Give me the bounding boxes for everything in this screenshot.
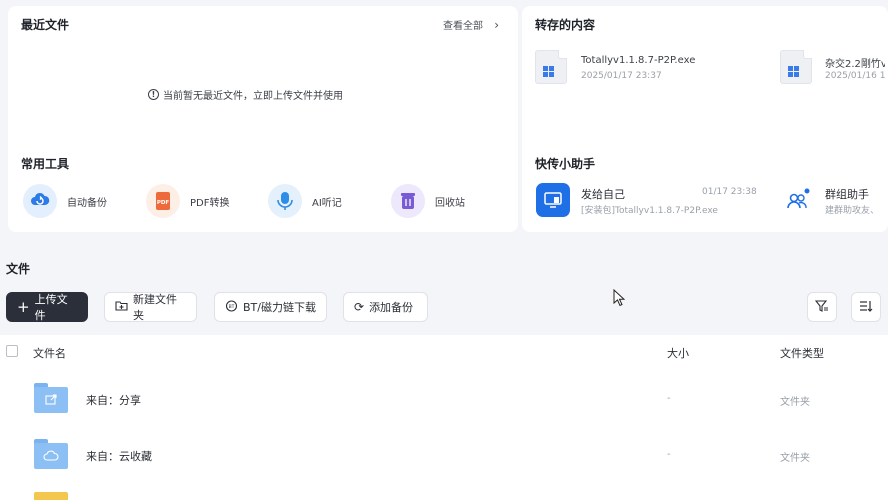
auto-backup-icon xyxy=(23,184,57,218)
group-assistant-subtitle: 建群助攻友、 xyxy=(825,206,880,216)
bt-download-button[interactable]: BT BT/磁力链下载 xyxy=(214,292,327,322)
mouse-cursor-icon xyxy=(613,288,626,310)
add-backup-button[interactable]: ⟳ 添加备份 xyxy=(343,292,428,322)
tool-label: 回收站 xyxy=(435,197,465,209)
column-type-header[interactable]: 文件类型 xyxy=(780,345,824,361)
tool-ai-listen[interactable]: AI听记 xyxy=(268,184,342,218)
view-all-link[interactable]: 查看全部 › xyxy=(443,17,499,32)
pdf-convert-icon: PDF xyxy=(146,184,180,218)
sort-icon xyxy=(859,300,873,315)
tool-label: PDF转换 xyxy=(190,197,230,209)
tools-title: 常用工具 xyxy=(21,157,70,171)
view-all-label: 查看全部 xyxy=(443,21,483,32)
group-assistant-icon xyxy=(783,186,811,214)
sort-button[interactable] xyxy=(851,292,881,322)
row-file-type: 文件夹 xyxy=(780,453,810,464)
row-file-name: 来自：云收藏 xyxy=(86,450,152,463)
monitor-send-icon xyxy=(536,183,570,217)
info-icon: ! xyxy=(148,89,159,100)
svg-text:PDF: PDF xyxy=(157,200,170,206)
ai-mic-icon xyxy=(268,184,302,218)
windows-exe-icon xyxy=(780,50,812,84)
bt-icon: BT xyxy=(225,299,238,315)
row-file-size: - xyxy=(667,449,671,460)
group-assistant-title: 群组助手 xyxy=(825,188,869,201)
svg-text:BT: BT xyxy=(229,304,235,310)
saved-item-date: 2025/01/17 23:37 xyxy=(581,71,662,81)
upload-button[interactable]: + 上传文件 xyxy=(6,292,88,322)
new-folder-button[interactable]: 新建文件夹 xyxy=(104,292,197,322)
row-file-type: 文件夹 xyxy=(780,397,810,408)
saved-item-date: 2025/01/16 16 xyxy=(825,71,885,81)
tool-recycle-bin[interactable]: 回收站 xyxy=(391,184,465,218)
saved-item-name: Totallyv1.1.8.7-P2P.exe xyxy=(581,55,696,66)
files-section-title: 文件 xyxy=(6,262,31,276)
refresh-icon: ⟳ xyxy=(354,300,365,314)
select-all-checkbox[interactable] xyxy=(6,345,18,357)
new-folder-label: 新建文件夹 xyxy=(133,293,177,322)
tool-label: 自动备份 xyxy=(67,197,107,209)
recent-empty-hint: ! 当前暂无最近文件，立即上传文件并使用 xyxy=(148,87,343,102)
bt-download-label: BT/磁力链下载 xyxy=(243,301,316,314)
file-list xyxy=(0,335,888,500)
saved-item-name: 杂交2.2剛竹v2 xyxy=(825,59,885,70)
row-file-size: - xyxy=(667,393,671,404)
windows-exe-icon xyxy=(535,50,567,84)
recent-empty-text: 当前暂无最近文件，立即上传文件并使用 xyxy=(163,91,343,102)
tool-pdf-convert[interactable]: PDF PDF转换 xyxy=(146,184,229,218)
tool-label: AI听记 xyxy=(312,197,342,209)
saved-content-title: 转存的内容 xyxy=(535,18,596,32)
recent-files-title: 最近文件 xyxy=(21,18,70,32)
column-name-header[interactable]: 文件名 xyxy=(33,345,66,361)
send-to-self-title: 发给自己 xyxy=(581,188,625,201)
cloud-folder-icon xyxy=(34,439,68,469)
chevron-right-icon: › xyxy=(494,18,499,32)
shared-folder-icon xyxy=(34,383,68,413)
new-folder-icon xyxy=(115,300,128,314)
filter-icon xyxy=(814,299,829,315)
send-to-self-subtitle: [安装包]Totallyv1.1.8.7-P2P.exe xyxy=(581,206,718,216)
recycle-bin-icon xyxy=(391,184,425,218)
plus-icon: + xyxy=(17,297,30,316)
send-to-self-time: 01/17 23:38 xyxy=(702,187,757,197)
upload-button-label: 上传文件 xyxy=(34,293,68,322)
column-size-header[interactable]: 大小 xyxy=(667,345,689,361)
folder-icon xyxy=(34,492,68,500)
filter-button[interactable] xyxy=(807,292,837,322)
add-backup-label: 添加备份 xyxy=(369,301,414,314)
tool-auto-backup[interactable]: 自动备份 xyxy=(23,184,107,218)
row-file-name: 来自：分享 xyxy=(86,394,141,407)
assistant-title: 快传小助手 xyxy=(535,157,596,171)
